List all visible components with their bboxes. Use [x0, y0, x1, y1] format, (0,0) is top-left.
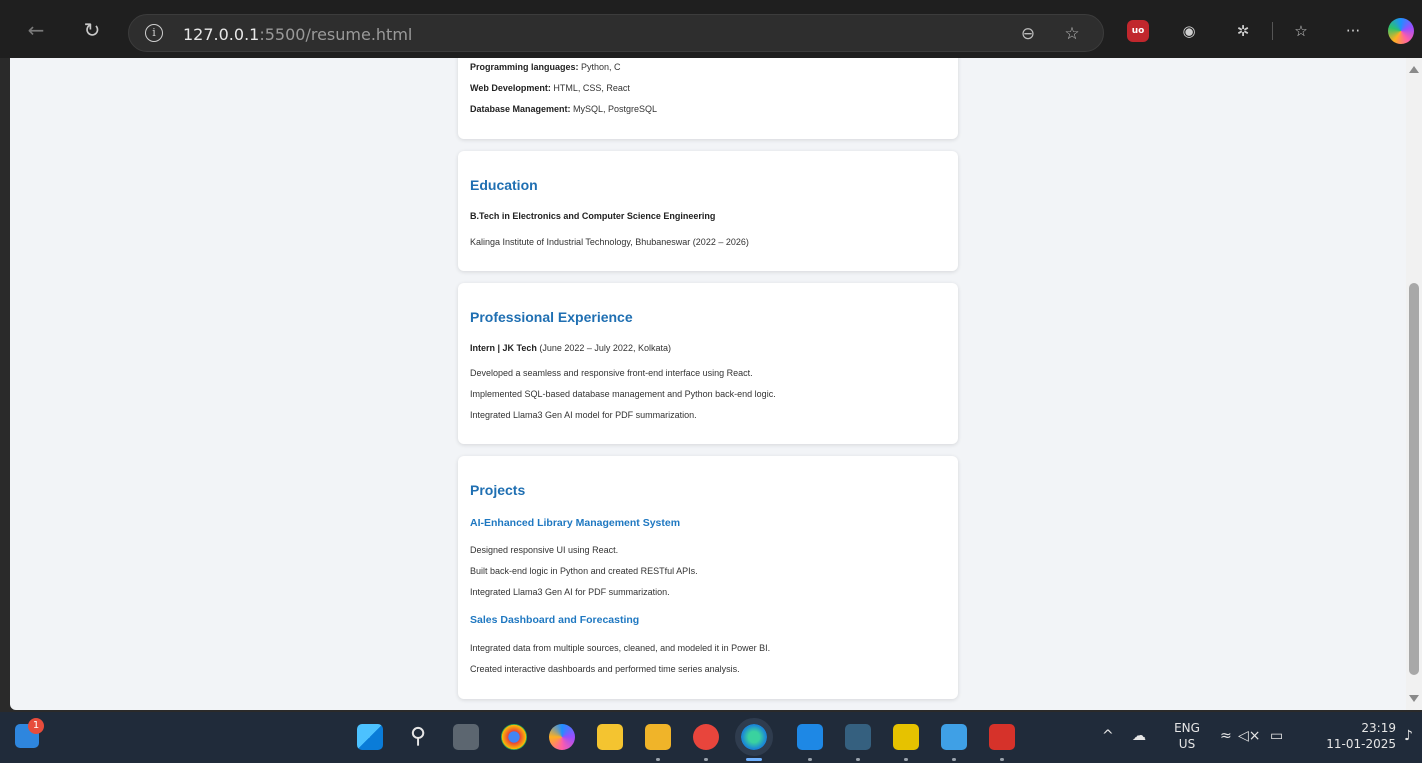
section-heading-education: Education	[470, 177, 538, 193]
start-icon[interactable]	[357, 724, 383, 750]
project-point: Integrated Llama3 Gen AI for PDF summari…	[470, 587, 670, 597]
url-text[interactable]: 127.0.0.1:5500/resume.html	[183, 25, 412, 44]
taskbar: 1 ⚲ ^ ☁ ENG US ≈ ◁× ▭ 23:19 11-01-2025 ♪	[0, 712, 1422, 763]
onedrive-sync-icon[interactable]: ☁	[1132, 728, 1146, 744]
vscode-icon[interactable]	[797, 724, 823, 750]
browser-toolbar: ← ↻ i 127.0.0.1:5500/resume.html ⊖ ☆ uo …	[0, 0, 1422, 58]
speaker-muted-icon[interactable]: ◁×	[1238, 728, 1261, 744]
show-hidden-icons-icon[interactable]: ^	[1102, 728, 1114, 744]
language-region[interactable]: US	[1172, 737, 1202, 751]
copilot-taskbar-icon[interactable]	[549, 724, 575, 750]
projects-card: Projects AI-Enhanced Library Management …	[458, 456, 958, 699]
battery-icon[interactable]: ▭	[1270, 728, 1283, 744]
site-info-icon[interactable]: i	[145, 24, 163, 42]
scroll-down-icon[interactable]	[1409, 695, 1419, 702]
notepad-icon[interactable]	[941, 724, 967, 750]
task-view-icon[interactable]	[453, 724, 479, 750]
project-title: AI-Enhanced Library Management System	[470, 517, 681, 529]
experience-point: Developed a seamless and responsive fron…	[470, 368, 753, 378]
mysql-workbench-icon[interactable]	[845, 724, 871, 750]
address-bar[interactable]: i 127.0.0.1:5500/resume.html ⊖ ☆	[128, 14, 1104, 52]
toolbar-divider	[1272, 22, 1273, 40]
skill-line: Programming languages: Python, C	[470, 62, 621, 72]
clock-date[interactable]: 11-01-2025	[1310, 737, 1396, 751]
running-indicator	[656, 758, 660, 761]
institution-line: Kalinga Institute of Industrial Technolo…	[470, 237, 749, 247]
skill-line: Web Development: HTML, CSS, React	[470, 83, 630, 93]
file-explorer-icon[interactable]	[645, 724, 671, 750]
acrobat-icon[interactable]	[989, 724, 1015, 750]
globe-extension-icon[interactable]: ◉	[1178, 20, 1200, 42]
active-indicator	[746, 758, 762, 761]
chrome-icon[interactable]	[501, 724, 527, 750]
back-arrow-icon[interactable]: ←	[22, 16, 50, 44]
degree-line: B.Tech in Electronics and Computer Scien…	[470, 211, 716, 221]
wifi-icon[interactable]: ≈	[1220, 728, 1232, 744]
running-indicator	[856, 758, 860, 761]
section-heading-experience: Professional Experience	[470, 309, 633, 325]
project-point: Designed responsive UI using React.	[470, 545, 619, 555]
favorites-list-icon[interactable]: ☆	[1290, 20, 1312, 42]
pdf-app-icon[interactable]	[893, 724, 919, 750]
experience-point: Integrated Llama3 Gen AI model for PDF s…	[470, 410, 697, 420]
page-scrollbar[interactable]	[1406, 58, 1422, 710]
notification-badge: 1	[28, 718, 44, 734]
refresh-icon[interactable]: ↻	[78, 16, 106, 44]
running-indicator	[808, 758, 812, 761]
zoom-icon[interactable]: ⊖	[1017, 23, 1039, 45]
education-card: Education B.Tech in Electronics and Comp…	[458, 151, 958, 271]
scroll-thumb[interactable]	[1409, 283, 1419, 675]
running-indicator	[904, 758, 908, 761]
wps-office-icon[interactable]	[693, 724, 719, 750]
language-indicator[interactable]: ENG	[1172, 721, 1202, 735]
clock-time[interactable]: 23:19	[1310, 721, 1396, 735]
experience-card: Professional Experience Intern | JK Tech…	[458, 283, 958, 444]
more-menu-icon[interactable]: ···	[1342, 20, 1364, 42]
favorite-star-icon[interactable]: ☆	[1061, 23, 1083, 45]
extensions-puzzle-icon[interactable]: ✲	[1232, 20, 1254, 42]
project-point: Integrated data from multiple sources, c…	[470, 643, 771, 653]
ublock-extension-icon[interactable]: uo	[1127, 20, 1149, 42]
skill-line: Database Management: MySQL, PostgreSQL	[470, 104, 658, 114]
copilot-icon[interactable]	[1388, 18, 1414, 44]
edge-icon[interactable]	[735, 718, 773, 756]
scroll-up-icon[interactable]	[1409, 66, 1419, 73]
running-indicator	[704, 758, 708, 761]
project-point: Built back-end logic in Python and creat…	[470, 566, 698, 576]
project-point: Created interactive dashboards and perfo…	[470, 664, 740, 674]
section-heading-projects: Projects	[470, 482, 526, 498]
running-indicator	[1000, 758, 1004, 761]
sticky-notes-icon[interactable]	[597, 724, 623, 750]
project-title: Sales Dashboard and Forecasting	[470, 614, 640, 626]
notification-bell-icon[interactable]: ♪	[1404, 728, 1413, 744]
search-icon[interactable]: ⚲	[405, 724, 431, 750]
role-line: Intern | JK Tech (June 2022 – July 2022,…	[470, 343, 671, 353]
page-viewport: Programming languages: Python, C Web Dev…	[10, 58, 1406, 710]
experience-point: Implemented SQL-based database managemen…	[470, 389, 776, 399]
running-indicator	[952, 758, 956, 761]
skills-card: Programming languages: Python, C Web Dev…	[458, 58, 958, 139]
